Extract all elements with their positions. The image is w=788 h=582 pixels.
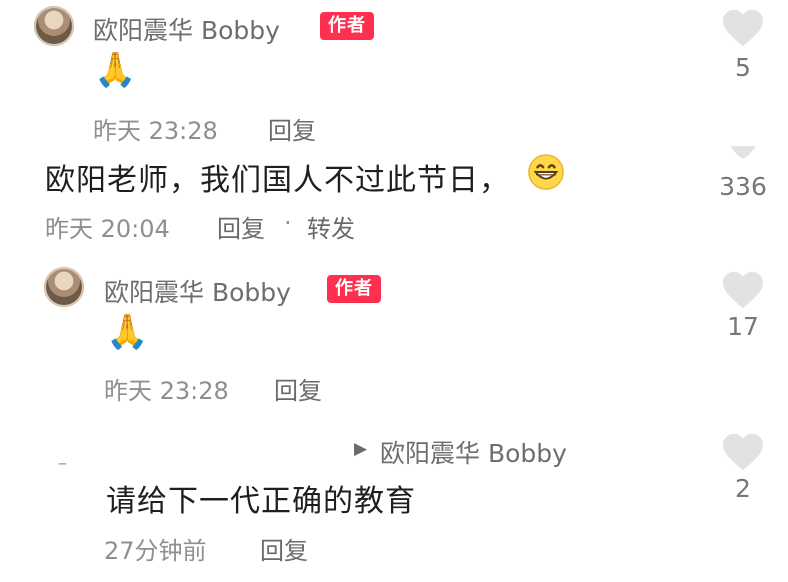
- author-badge: 作者: [320, 12, 374, 40]
- like-count: 17: [727, 312, 759, 341]
- reply-to-author[interactable]: 欧阳震华 Bobby: [380, 434, 567, 470]
- meta-separator: ·: [284, 209, 292, 237]
- like-heart-icon[interactable]: [720, 8, 766, 48]
- comment-time: 昨天 20:04: [45, 215, 170, 243]
- comment-time: 27分钟前: [104, 537, 207, 565]
- collapse-marker: –: [58, 453, 67, 474]
- like-count: 2: [735, 474, 751, 503]
- like-heart-icon[interactable]: [720, 432, 766, 472]
- like-heart-icon[interactable]: [720, 270, 766, 310]
- pray-emoji-icon: 🙏: [94, 50, 137, 90]
- avatar[interactable]: [44, 267, 84, 307]
- like-count: 5: [735, 53, 751, 82]
- like-heart-icon[interactable]: [728, 146, 758, 160]
- reply-button[interactable]: 回复: [274, 371, 322, 406]
- reply-to-arrow-icon: ▶: [354, 439, 368, 459]
- comment-time: 昨天 23:28: [93, 117, 218, 145]
- author-name[interactable]: 欧阳震华 Bobby: [93, 11, 280, 47]
- avatar[interactable]: [34, 6, 74, 46]
- grin-emoji-icon: [528, 154, 564, 190]
- author-name[interactable]: 欧阳震华 Bobby: [104, 273, 291, 309]
- like-count: 336: [719, 172, 767, 201]
- reply-button[interactable]: 回复: [268, 111, 316, 146]
- reply-button[interactable]: 回复: [260, 531, 308, 566]
- author-badge: 作者: [327, 275, 381, 303]
- pray-emoji-icon: 🙏: [106, 312, 149, 352]
- comment-time: 昨天 23:28: [104, 377, 229, 405]
- comment-text: 请给下一代正确的教育: [106, 484, 416, 519]
- comment-text: 欧阳老师，我们国人不过此节日，: [45, 163, 510, 198]
- reply-button[interactable]: 回复: [217, 209, 265, 244]
- forward-button[interactable]: 转发: [307, 209, 355, 244]
